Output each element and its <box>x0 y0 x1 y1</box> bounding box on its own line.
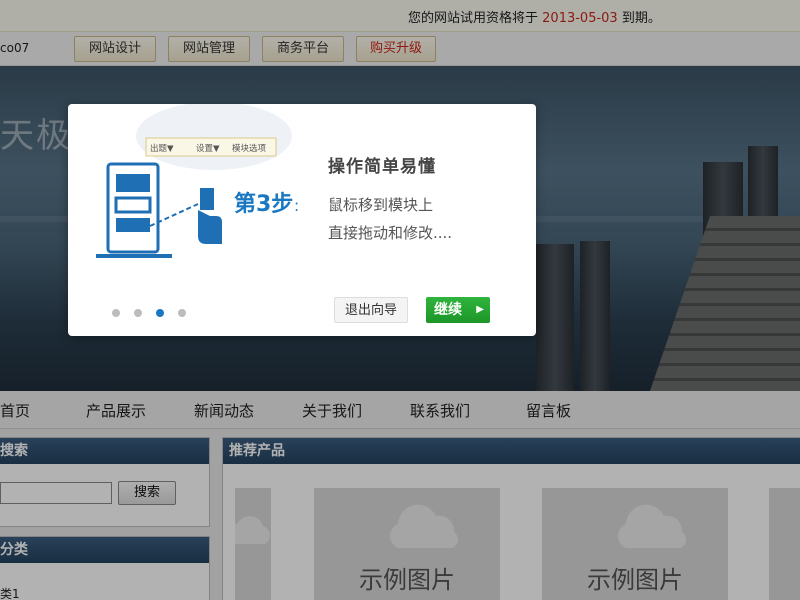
product-card[interactable]: 示例图片 <box>542 488 728 600</box>
trial-notice-suffix: 到期。 <box>621 11 661 26</box>
search-input[interactable] <box>0 482 112 504</box>
buy-upgrade-button[interactable]: 购买升级 <box>356 36 436 62</box>
category-panel-title: 分类 <box>0 537 209 563</box>
step-dot[interactable] <box>112 309 120 317</box>
trial-notice-bar: 您的网站试用资格将于 2013-05-03 到期。 <box>0 0 800 32</box>
wizard-description-line: 鼠标移到模块上 <box>328 196 434 214</box>
illus-toolbar-item: 模块选项 <box>232 143 267 154</box>
cloud-icon <box>235 516 270 544</box>
banner-logo: 天极 <box>0 116 72 156</box>
illus-toolbar-item: 出题▼ <box>150 143 174 154</box>
nav-item-products[interactable]: 产品展示 <box>86 400 146 421</box>
admin-toolbar: co07 网站设计 网站管理 商务平台 购买升级 <box>0 32 800 66</box>
step-dot[interactable] <box>178 309 186 317</box>
trial-notice-prefix: 您的网站试用资格将于 <box>408 11 539 26</box>
site-manage-button[interactable]: 网站管理 <box>168 36 250 62</box>
play-arrow-icon: ▶ <box>476 304 484 315</box>
pier-post <box>580 241 610 391</box>
product-card[interactable] <box>769 488 800 600</box>
wizard-title: 操作简单易懂 <box>328 157 436 177</box>
search-panel-title: 搜索 <box>0 438 209 464</box>
category-item[interactable]: 类1 <box>0 585 20 600</box>
product-card[interactable]: 示例图片 <box>314 488 500 600</box>
step-colon: ： <box>293 200 307 215</box>
step-dot[interactable] <box>134 309 142 317</box>
pier-deck <box>650 216 800 391</box>
illus-toolbar-item: 设置▼ <box>196 143 220 154</box>
step-dot-active[interactable] <box>156 309 164 317</box>
cloud-icon <box>618 504 687 548</box>
site-design-button[interactable]: 网站设计 <box>74 36 156 62</box>
cloud-icon <box>390 504 459 548</box>
nav-item-home[interactable]: 首页 <box>0 400 30 421</box>
continue-label: 继续 <box>434 302 462 318</box>
wizard-description-line: 直接拖动和修改.... <box>328 224 453 242</box>
products-panel-title: 推荐产品 <box>223 438 800 464</box>
exit-wizard-button[interactable]: 退出向导 <box>334 297 408 323</box>
trial-expiry-date: 2013-05-03 <box>542 11 618 26</box>
step-label: 第3步： <box>234 186 306 218</box>
step-number: 第3步 <box>234 192 294 217</box>
nav-item-about[interactable]: 关于我们 <box>302 400 362 421</box>
product-card[interactable] <box>235 488 271 600</box>
product-image-label: 示例图片 <box>587 566 683 594</box>
product-image-label: 示例图片 <box>359 566 455 594</box>
category-panel: 分类 类1 <box>0 536 210 600</box>
search-panel: 搜索 搜索 <box>0 437 210 527</box>
nav-item-guestbook[interactable]: 留言板 <box>526 400 571 421</box>
nav-item-news[interactable]: 新闻动态 <box>194 400 254 421</box>
business-platform-button[interactable]: 商务平台 <box>262 36 344 62</box>
continue-button[interactable]: 继续 ▶ <box>426 297 490 323</box>
search-button[interactable]: 搜索 <box>118 481 176 505</box>
guide-wizard-dialog: 出题▼ 设置▼ 模块选项 第3步： 操作简单易懂 鼠标移到模块上 直接拖动和修改… <box>68 104 536 336</box>
nav-item-contact[interactable]: 联系我们 <box>410 400 470 421</box>
trial-notice: 您的网站试用资格将于 2013-05-03 到期。 <box>408 7 661 26</box>
main-nav: 首页 产品展示 新闻动态 关于我们 联系我们 留言板 <box>0 391 800 429</box>
username: co07 <box>0 41 30 55</box>
products-panel: 推荐产品 示例图片 示例图片 <box>222 437 800 600</box>
pier-post <box>536 244 574 391</box>
